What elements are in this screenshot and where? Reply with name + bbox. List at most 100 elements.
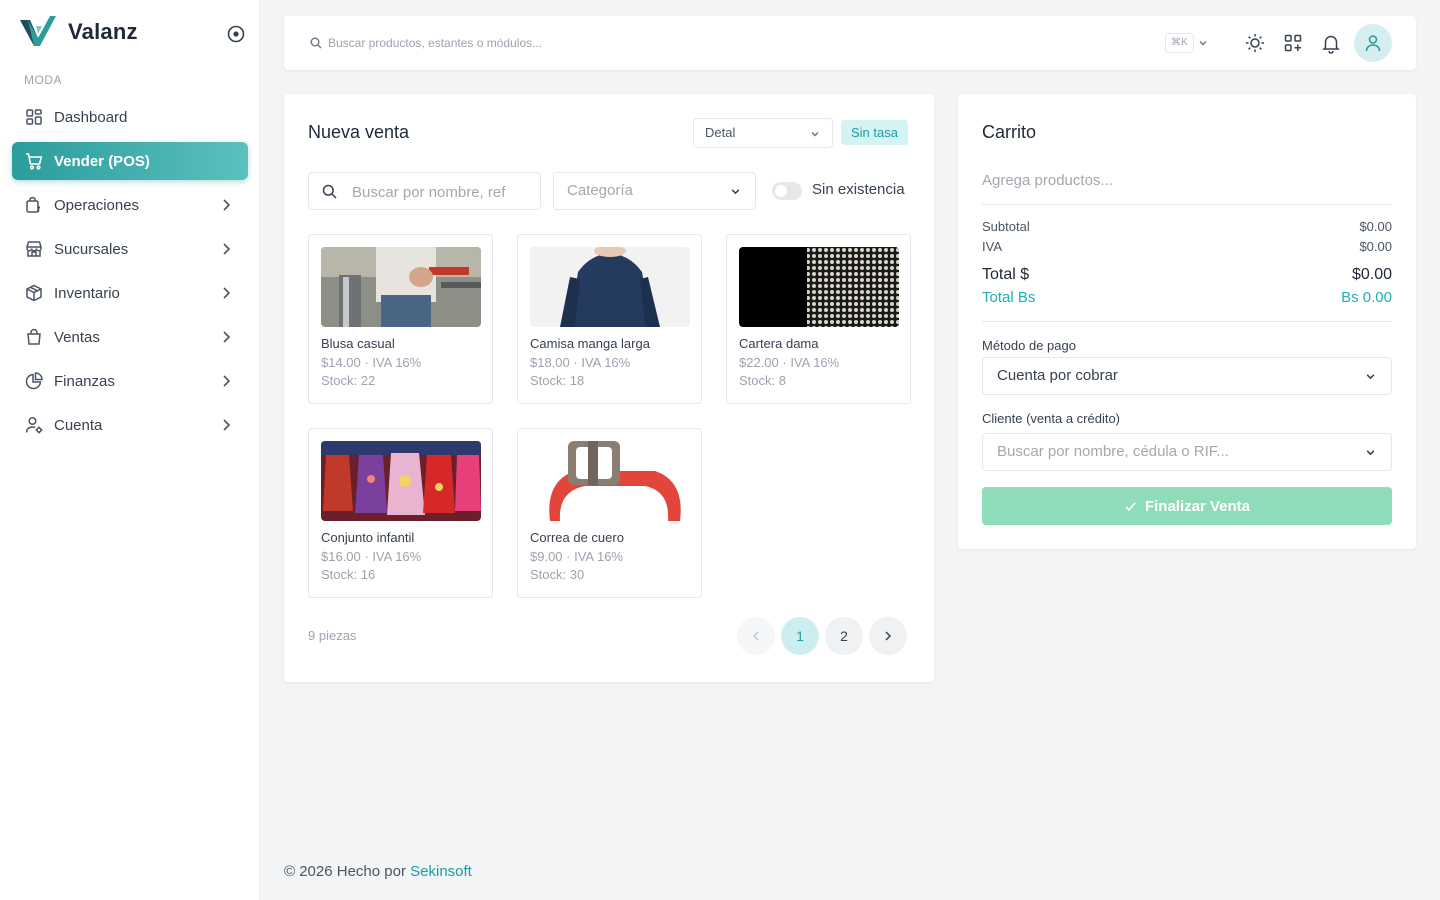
product-price: $9.00 · IVA 16% (530, 549, 623, 564)
rate-status-badge: Sin tasa (841, 120, 908, 145)
product-card[interactable]: Conjunto infantil $16.00 · IVA 16% Stock… (308, 428, 493, 598)
sidebar-item-ventas[interactable]: Ventas (12, 318, 248, 356)
sidebar-item-vender-pos[interactable]: Vender (POS) (12, 142, 248, 180)
product-price: $22.00 · IVA 16% (739, 355, 840, 370)
total-label: Total $ (982, 266, 1030, 283)
finish-sale-label: Finalizar Venta (1144, 497, 1251, 515)
out-of-stock-label: Sin existencia (812, 181, 905, 198)
brand-name: Valanz (68, 19, 138, 44)
page-1-button[interactable]: 1 (781, 617, 819, 655)
global-search-input[interactable] (328, 32, 928, 54)
page-2-button[interactable]: 2 (825, 617, 863, 655)
payment-method-select[interactable]: Cuenta por cobrar (982, 357, 1392, 395)
subtotal-label: Subtotal (982, 219, 1030, 234)
sidebar-item-operaciones[interactable]: Operaciones (12, 186, 248, 224)
chevron-left-icon (752, 631, 759, 641)
avatar[interactable] (1354, 24, 1392, 62)
out-of-stock-toggle[interactable] (772, 182, 802, 200)
product-card[interactable]: Blusa casual $14.00 · IVA 16% Stock: 22 (308, 234, 493, 404)
sidebar-item-label: Cuenta (54, 416, 103, 434)
panel-title: Carrito (982, 122, 1037, 142)
valanz-logo-icon (20, 16, 56, 46)
panel-title: Nueva venta (308, 122, 410, 142)
price-mode-select[interactable]: Detal (693, 118, 833, 148)
product-card[interactable]: Camisa manga larga $18.00 · IVA 16% Stoc… (517, 234, 702, 404)
sidebar-item-label: Dashboard (54, 108, 128, 126)
company-link[interactable]: Sekinsoft (410, 863, 472, 880)
sidebar-item-inventario[interactable]: Inventario (12, 274, 248, 312)
product-stock: Stock: 16 (321, 567, 376, 582)
topbar: ⌘K (284, 16, 1416, 70)
product-card[interactable]: Cartera dama $22.00 · IVA 16% Stock: 8 (726, 234, 911, 404)
footer-text: © 2026 Hecho por (284, 863, 406, 880)
chevron-right-icon (223, 243, 231, 255)
divider (982, 204, 1392, 205)
shortcut-badge: ⌘K (1165, 33, 1194, 53)
total-row: Total $ $0.00 (982, 266, 1392, 284)
sidebar-item-sucursales[interactable]: Sucursales (12, 230, 248, 268)
operations-icon (26, 196, 40, 213)
sidebar-nav: Dashboard Vender (POS) Operaciones Sucur… (12, 98, 248, 450)
payment-method-label: Método de pago (982, 338, 1076, 353)
pieces-count: 9 piezas (308, 628, 357, 643)
sidebar-item-label: Sucursales (54, 240, 129, 258)
chevron-down-icon (1366, 450, 1375, 456)
chevron-right-icon (223, 419, 231, 431)
footer: © 2026 Hecho por Sekinsoft (284, 863, 472, 880)
sidebar-item-cuenta[interactable]: Cuenta (12, 406, 248, 444)
sidebar-item-label: Vender (POS) (54, 152, 150, 170)
pie-chart-icon (25, 372, 43, 390)
sidebar-item-dashboard[interactable]: Dashboard (12, 98, 248, 136)
sidebar-item-finanzas[interactable]: Finanzas (12, 362, 248, 400)
price-mode-value: Detal (705, 125, 736, 140)
chevron-right-icon (223, 375, 231, 387)
chevron-right-icon (223, 287, 231, 299)
sidebar-item-label: Inventario (54, 284, 120, 302)
total-value: $0.00 (1351, 266, 1392, 283)
chevron-down-icon[interactable] (1198, 38, 1208, 48)
product-name: Correa de cuero (530, 530, 624, 545)
total-bs-row: Total Bs Bs 0.00 (982, 289, 1392, 306)
brand[interactable]: Valanz (20, 16, 138, 48)
product-name: Blusa casual (321, 336, 395, 351)
client-select[interactable]: Buscar por nombre, cédula o RIF... (982, 433, 1392, 471)
divider (982, 321, 1392, 322)
finish-sale-button[interactable]: Finalizar Venta (982, 487, 1392, 525)
dashboard-icon (26, 109, 42, 125)
chevron-right-icon (885, 631, 892, 641)
sidebar-toggle-button[interactable] (226, 24, 246, 44)
shopping-bag-icon (27, 328, 41, 345)
search-icon (322, 184, 337, 199)
subtotal-row: Subtotal $0.00 (982, 219, 1392, 234)
product-image (321, 441, 481, 521)
category-select[interactable]: Categoría (553, 172, 756, 210)
cart-empty-text: Agrega productos... (982, 172, 1113, 189)
product-search-input[interactable] (352, 181, 532, 203)
product-image (739, 247, 899, 327)
search-icon (310, 37, 322, 49)
product-name: Camisa manga larga (530, 336, 650, 351)
product-image (321, 247, 481, 327)
category-placeholder: Categoría (567, 182, 633, 199)
total-bs-label: Total Bs (982, 289, 1036, 306)
sidebar-item-label: Finanzas (54, 372, 115, 390)
bell-icon[interactable] (1320, 32, 1342, 54)
chevron-right-icon (223, 199, 231, 211)
sidebar-item-label: Operaciones (54, 196, 140, 214)
store-icon (26, 241, 42, 257)
cart-icon (26, 153, 43, 170)
box-icon (26, 284, 42, 302)
sun-icon[interactable] (1244, 32, 1266, 54)
apps-grid-icon[interactable] (1282, 32, 1304, 54)
chevron-down-icon (811, 132, 819, 137)
cart-panel: Carrito Agrega productos... Subtotal $0.… (958, 94, 1416, 549)
new-sale-panel: Nueva venta Detal Sin tasa Categoría Sin… (284, 94, 934, 682)
next-page-button[interactable] (869, 617, 907, 655)
product-name: Conjunto infantil (321, 530, 415, 545)
product-search-field (308, 172, 541, 210)
sidebar-section-label: MODA (24, 73, 62, 87)
iva-label: IVA (982, 239, 1002, 254)
iva-value: $0.00 (1359, 239, 1392, 254)
product-card[interactable]: Correa de cuero $9.00 · IVA 16% Stock: 3… (517, 428, 702, 598)
prev-page-button[interactable] (737, 617, 775, 655)
